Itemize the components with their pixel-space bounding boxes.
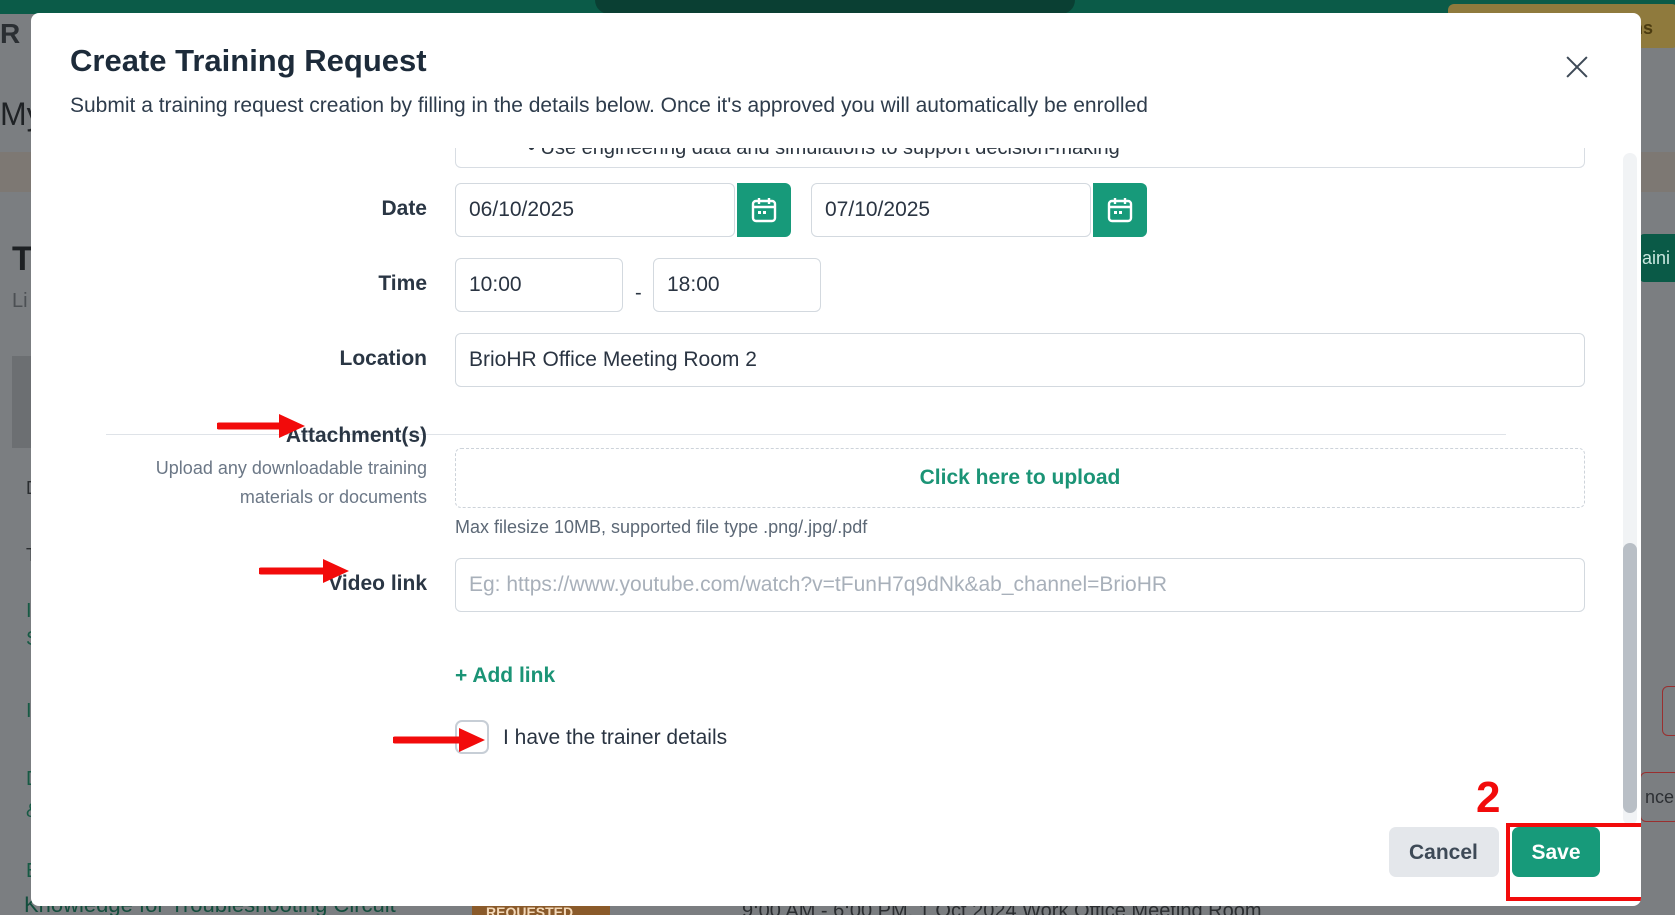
end-time-input[interactable]: 18:00	[653, 258, 821, 312]
close-icon[interactable]	[1559, 49, 1595, 85]
upload-dropzone[interactable]: Click here to upload	[455, 448, 1585, 508]
modal-title: Create Training Request	[70, 43, 427, 78]
description-text: • Use engineering data and simulations t…	[528, 148, 1120, 159]
background-topbar	[0, 0, 1675, 48]
location-label: Location	[339, 347, 428, 370]
cancel-button[interactable]: Cancel	[1389, 827, 1499, 877]
scrollbar-thumb[interactable]	[1623, 543, 1637, 813]
add-link-button[interactable]: + Add link	[455, 664, 555, 688]
background-new-training-button: aini	[1640, 234, 1675, 282]
description-textarea[interactable]: • Use engineering data and simulations t…	[455, 148, 1585, 168]
create-training-request-modal: Create Training Request Submit a trainin…	[31, 13, 1641, 906]
background-logo: R	[0, 18, 21, 49]
modal-subtitle: Submit a training request creation by fi…	[70, 94, 1148, 117]
calendar-icon[interactable]	[1093, 183, 1147, 237]
annotation-highlight-box	[1506, 823, 1641, 901]
end-date-input[interactable]: 07/10/2025	[811, 183, 1091, 237]
upload-constraints: Max filesize 10MB, supported file type .…	[455, 517, 868, 537]
annotation-step-number: 2	[1476, 773, 1501, 822]
time-separator: -	[635, 282, 642, 304]
attachments-hint: Upload any downloadable training materia…	[155, 458, 427, 507]
trainer-details-label: I have the trainer details	[503, 726, 728, 749]
start-time-input[interactable]: 10:00	[455, 258, 623, 312]
background-page-subtitle: Li	[12, 290, 28, 312]
background-row-action	[1662, 686, 1675, 736]
modal-form-body: • Use engineering data and simulations t…	[31, 148, 1641, 828]
background-page-title: T	[12, 240, 33, 278]
date-label: Date	[381, 197, 427, 220]
location-input[interactable]: BrioHR Office Meeting Room 2	[455, 333, 1585, 387]
time-label: Time	[378, 272, 427, 295]
background-topbar-pill	[595, 0, 1075, 14]
video-link-input[interactable]: Eg: https://www.youtube.com/watch?v=tFun…	[455, 558, 1585, 612]
annotation-arrow	[259, 559, 349, 583]
annotation-arrow	[393, 728, 485, 752]
calendar-icon[interactable]	[737, 183, 791, 237]
start-date-input[interactable]: 06/10/2025	[455, 183, 735, 237]
annotation-arrow	[217, 414, 305, 438]
background-cancel-button: nce	[1640, 772, 1675, 822]
